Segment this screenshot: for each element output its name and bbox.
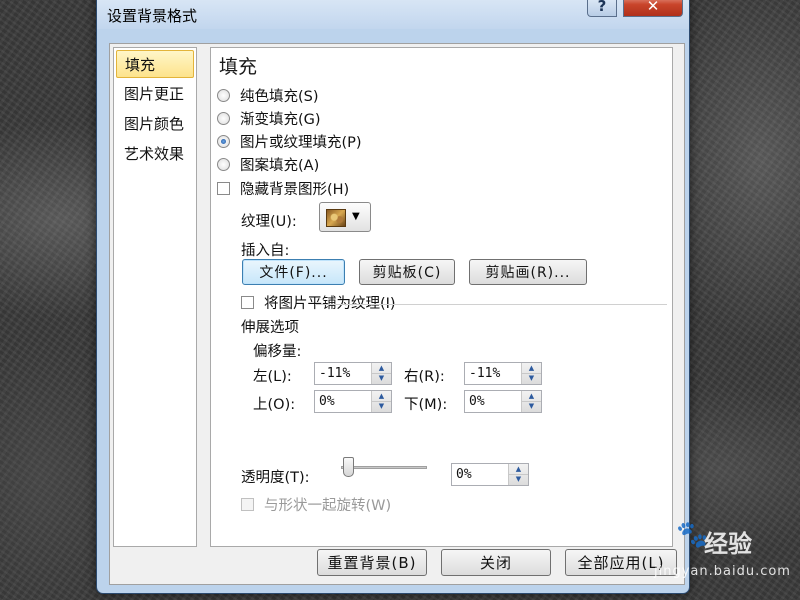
stretch-options-label: 伸展选项 <box>241 320 299 336</box>
radio-pattern-fill[interactable]: 图案填充(A) <box>217 154 319 174</box>
spin-down-icon[interactable]: ▼ <box>522 401 541 411</box>
clipart-button-label: 剪贴画(R)... <box>485 265 571 281</box>
close-window-button[interactable]: ✕ <box>623 0 683 17</box>
radio-picture-texture-fill[interactable]: 图片或纹理填充(P) <box>217 131 362 151</box>
radio-label: 纯色填充(S) <box>240 88 319 105</box>
reset-background-label: 重置背景(B) <box>327 554 417 572</box>
texture-label: 纹理(U): <box>241 214 297 230</box>
offset-top-label: 上(O): <box>253 397 296 413</box>
spinner-buttons: ▲ ▼ <box>371 363 391 384</box>
watermark-jingyan: 经验 <box>704 530 752 558</box>
spin-down-icon[interactable]: ▼ <box>509 474 528 484</box>
radio-label: 图片或纹理填充(P) <box>240 134 362 151</box>
category-nav: 填充 图片更正 图片颜色 艺术效果 <box>113 47 197 547</box>
section-title: 填充 <box>219 56 258 78</box>
nav-item-label: 艺术效果 <box>124 145 185 163</box>
spinner-value: 0% <box>469 394 485 409</box>
spinner-value: 0% <box>456 467 472 482</box>
spinner-value: 0% <box>319 394 335 409</box>
nav-item-label: 填充 <box>125 56 156 74</box>
clipboard-button-label: 剪贴板(C) <box>372 265 442 281</box>
dialog-body: 填充 图片更正 图片颜色 艺术效果 填充 纯色填充(S) 渐变填充(G) 图片或… <box>109 43 685 585</box>
hide-background-graphics-checkbox[interactable]: 隐藏背景图形(H) <box>217 178 349 198</box>
offset-right-label: 右(R): <box>404 369 445 385</box>
insert-from-label: 插入自: <box>241 243 290 259</box>
radio-label: 图案填充(A) <box>240 157 320 174</box>
checkbox[interactable] <box>217 181 230 195</box>
radio-button[interactable] <box>217 134 230 148</box>
checkbox-label: 与形状一起旋转(W) <box>264 497 392 514</box>
format-background-dialog: 设置背景格式 ? ✕ 填充 图片更正 图片颜色 艺术效果 填充 纯色填充(S) … <box>96 0 690 594</box>
offset-top-spinner[interactable]: 0% ▲ ▼ <box>314 390 392 413</box>
spin-down-icon[interactable]: ▼ <box>522 373 541 383</box>
transparency-spinner[interactable]: 0% ▲ ▼ <box>451 463 529 486</box>
nav-item-picture-color[interactable]: 图片颜色 <box>116 110 194 138</box>
reset-background-button[interactable]: 重置背景(B) <box>317 549 427 576</box>
close-button[interactable]: 关闭 <box>441 549 551 576</box>
file-button-label: 文件(F)... <box>259 265 328 281</box>
baidu-jingyan-watermark: Bai 🐾 经验 jingyan.baidu.com <box>598 518 791 588</box>
radio-solid-fill[interactable]: 纯色填充(S) <box>217 85 319 105</box>
spinner-buttons: ▲ ▼ <box>521 363 541 384</box>
close-button-label: 关闭 <box>479 554 512 572</box>
spin-down-icon[interactable]: ▼ <box>372 401 391 411</box>
nav-item-label: 图片颜色 <box>124 115 185 133</box>
fill-pane: 填充 纯色填充(S) 渐变填充(G) 图片或纹理填充(P) 图案填充(A) 隐藏… <box>210 47 673 547</box>
spin-down-icon[interactable]: ▼ <box>372 373 391 383</box>
nav-item-picture-corrections[interactable]: 图片更正 <box>116 80 194 108</box>
offset-bottom-spinner[interactable]: 0% ▲ ▼ <box>464 390 542 413</box>
radio-button[interactable] <box>217 111 230 125</box>
offset-left-label: 左(L): <box>253 369 292 385</box>
clipboard-button[interactable]: 剪贴板(C) <box>359 259 455 285</box>
transparency-label: 透明度(T): <box>241 470 310 486</box>
nav-item-label: 图片更正 <box>124 85 185 103</box>
radio-gradient-fill[interactable]: 渐变填充(G) <box>217 108 321 128</box>
help-icon: ? <box>597 0 607 15</box>
checkbox-label: 将图片平铺为纹理(I) <box>264 295 396 312</box>
watermark-url: jingyan.baidu.com <box>654 564 791 579</box>
nav-item-artistic-effects[interactable]: 艺术效果 <box>116 140 194 168</box>
rotate-with-shape-checkbox[interactable]: 与形状一起旋转(W) <box>241 494 391 514</box>
checkbox[interactable] <box>241 497 254 511</box>
offset-left-spinner[interactable]: -11% ▲ ▼ <box>314 362 392 385</box>
watermark-brand: Bai <box>598 518 655 553</box>
radio-button[interactable] <box>217 157 230 171</box>
offset-label: 偏移量: <box>253 344 302 360</box>
spinner-value: -11% <box>319 366 351 381</box>
offset-bottom-label: 下(M): <box>404 397 448 413</box>
texture-dropdown[interactable]: ▼ <box>319 202 371 232</box>
radio-button[interactable] <box>217 88 230 102</box>
checkbox-label: 隐藏背景图形(H) <box>240 181 350 198</box>
spinner-buttons: ▲ ▼ <box>521 391 541 412</box>
radio-label: 渐变填充(G) <box>240 111 321 128</box>
texture-swatch-icon <box>326 209 346 227</box>
close-icon: ✕ <box>646 0 660 15</box>
chevron-down-icon: ▼ <box>352 211 360 222</box>
spinner-value: -11% <box>469 366 501 381</box>
nav-item-fill[interactable]: 填充 <box>116 50 194 78</box>
group-divider <box>315 304 667 305</box>
dialog-title: 设置背景格式 <box>107 7 198 25</box>
file-button[interactable]: 文件(F)... <box>242 259 345 285</box>
transparency-slider-handle[interactable] <box>343 457 354 477</box>
checkbox[interactable] <box>241 295 254 309</box>
tile-as-texture-checkbox[interactable]: 将图片平铺为纹理(I) <box>241 292 396 312</box>
spinner-buttons: ▲ ▼ <box>508 464 528 485</box>
title-bar: 设置背景格式 ? ✕ <box>97 0 689 29</box>
help-button[interactable]: ? <box>587 0 617 17</box>
clipart-button[interactable]: 剪贴画(R)... <box>469 259 587 285</box>
offset-right-spinner[interactable]: -11% ▲ ▼ <box>464 362 542 385</box>
spinner-buttons: ▲ ▼ <box>371 391 391 412</box>
